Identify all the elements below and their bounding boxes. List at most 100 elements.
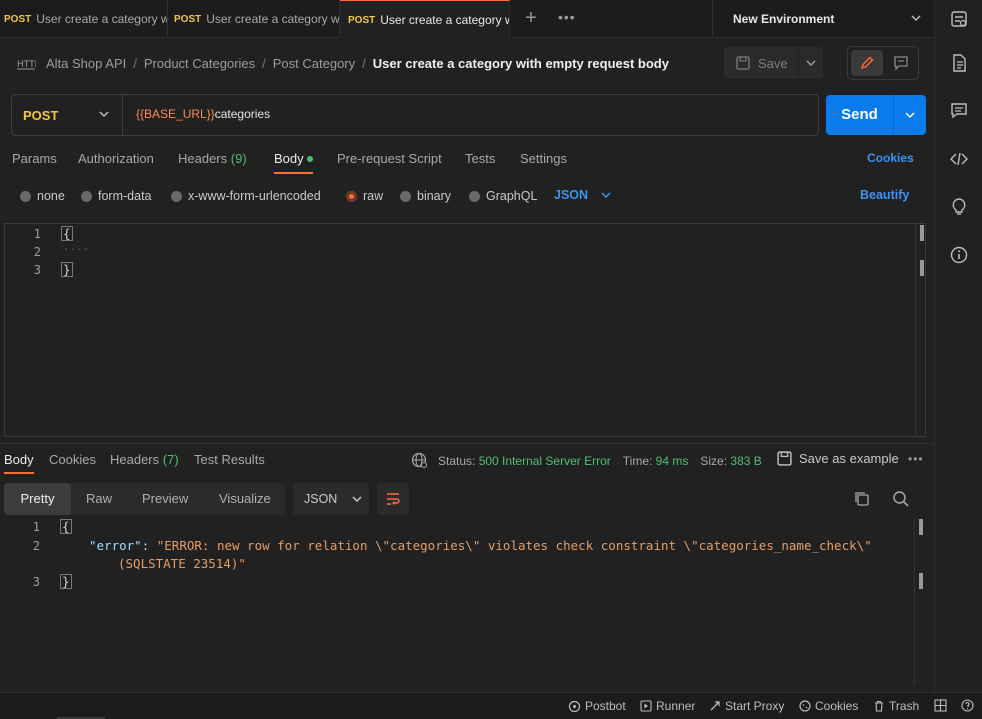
body-language-select[interactable]: JSON <box>554 188 612 202</box>
view-raw[interactable]: Raw <box>86 483 112 515</box>
body-type-label: none <box>37 189 65 203</box>
body-type-label: form-data <box>98 189 152 203</box>
tab-headers[interactable]: Headers (9) <box>178 151 247 166</box>
body-type-binary[interactable]: binary <box>400 189 451 203</box>
body-type-none[interactable]: none <box>20 189 65 203</box>
status-value[interactable]: 500 Internal Server Error <box>479 454 611 468</box>
line-number: 1 <box>33 227 41 241</box>
url-input[interactable]: {{BASE_URL}}categories <box>136 107 270 121</box>
tab-pre-request-script[interactable]: Pre-request Script <box>337 151 442 166</box>
line-number: 1 <box>32 520 40 534</box>
breadcrumb-subfolder[interactable]: Post Category <box>273 56 355 71</box>
send-button[interactable]: Send <box>826 95 894 135</box>
beautify-button[interactable]: Beautify <box>860 188 909 202</box>
request-tab-1[interactable]: POST User create a category w <box>0 0 168 38</box>
trash-icon <box>875 700 883 712</box>
request-tab-2[interactable]: POST User create a category w <box>168 0 340 38</box>
tab-body[interactable]: Body <box>274 151 304 166</box>
body-type-urlencoded[interactable]: x-www-form-urlencoded <box>171 189 321 203</box>
status-bar: Postbot Runner Start Proxy Cookies Trash <box>0 692 982 719</box>
body-modified-indicator <box>307 156 313 162</box>
line-number: 3 <box>32 575 40 589</box>
search-icon[interactable] <box>892 490 910 508</box>
cookie-icon <box>799 700 811 712</box>
code-icon[interactable] <box>949 149 969 169</box>
postbot-icon <box>568 700 581 712</box>
method-label: POST <box>23 107 59 123</box>
tab-tests[interactable]: Tests <box>465 151 495 166</box>
response-body-viewer[interactable]: 1 2 3 { "error": "ERROR: new row for rel… <box>4 517 926 685</box>
pane-divider[interactable] <box>0 443 934 444</box>
chevron-down-icon <box>806 60 816 67</box>
view-mode-toggle <box>847 46 919 80</box>
breadcrumb-collection[interactable]: Alta Shop API <box>46 56 126 71</box>
method-select[interactable]: POST <box>12 95 123 135</box>
tab-more-icon[interactable]: ••• <box>558 9 578 29</box>
comments-icon[interactable] <box>949 100 969 120</box>
radio-icon <box>400 190 411 202</box>
radio-icon <box>20 190 31 202</box>
response-scrollbar[interactable] <box>914 517 926 685</box>
line-number: 2 <box>32 539 40 553</box>
request-tab-3-active[interactable]: POST User create a category w <box>340 0 510 39</box>
body-type-raw[interactable]: raw <box>346 189 383 203</box>
documentation-icon[interactable] <box>949 53 969 73</box>
response-tab-headers[interactable]: Headers (7) <box>110 452 179 467</box>
view-visualize[interactable]: Visualize <box>219 483 271 515</box>
body-type-label: GraphQL <box>486 189 538 203</box>
info-icon[interactable] <box>949 245 969 265</box>
save-button[interactable]: Save <box>724 47 798 79</box>
pencil-icon <box>860 56 874 70</box>
response-tab-body[interactable]: Body <box>4 452 34 467</box>
environment-selector[interactable]: New Environment <box>712 0 934 38</box>
breadcrumb-folder[interactable]: Product Categories <box>144 56 255 71</box>
help-icon[interactable] <box>961 699 974 712</box>
save-dropdown-button[interactable] <box>799 47 823 79</box>
tab-authorization[interactable]: Authorization <box>78 151 154 166</box>
body-type-form-data[interactable]: form-data <box>81 189 152 203</box>
send-button-group: Send <box>826 95 926 135</box>
request-body-editor[interactable]: 1 2 3 { ···· } <box>4 223 926 437</box>
new-tab-plus-icon[interactable]: + <box>520 8 542 30</box>
wrap-lines-button[interactable] <box>377 483 409 515</box>
radio-icon <box>469 190 480 202</box>
trash-button[interactable]: Trash <box>873 699 919 713</box>
response-more-icon[interactable]: ••• <box>908 452 924 466</box>
save-as-example-button[interactable]: Save as example <box>777 451 899 466</box>
save-label: Save <box>758 55 788 71</box>
tab-settings[interactable]: Settings <box>520 151 567 166</box>
time-value[interactable]: 94 ms <box>656 454 689 468</box>
body-type-graphql[interactable]: GraphQL <box>469 189 537 203</box>
layout-icon[interactable] <box>934 699 947 712</box>
tab-params[interactable]: Params <box>12 151 57 166</box>
environment-label: New Environment <box>733 12 835 26</box>
globe-icon[interactable] <box>411 452 428 469</box>
lightbulb-icon[interactable] <box>949 197 969 217</box>
save-as-example-label: Save as example <box>799 451 899 466</box>
environment-quick-look-icon[interactable] <box>949 9 969 29</box>
active-tab-underline <box>274 172 313 174</box>
cookies-button[interactable]: Cookies <box>799 699 858 713</box>
editor-scrollbar[interactable] <box>915 224 927 436</box>
response-headers-count: (7) <box>162 452 179 467</box>
cookies-link[interactable]: Cookies <box>867 151 914 165</box>
copy-icon[interactable] <box>853 490 870 507</box>
runner-button[interactable]: Runner <box>640 699 695 713</box>
response-tab-test-results[interactable]: Test Results <box>194 452 265 467</box>
response-tab-cookies[interactable]: Cookies <box>49 452 96 467</box>
view-preview[interactable]: Preview <box>142 483 188 515</box>
edit-mode-button[interactable] <box>851 50 883 76</box>
postbot-button[interactable]: Postbot <box>568 699 626 713</box>
size-value[interactable]: 383 B <box>730 454 761 468</box>
request-name[interactable]: User create a category with empty reques… <box>373 56 669 71</box>
start-proxy-button[interactable]: Start Proxy <box>709 699 784 713</box>
tab-bar: POST User create a category w POST User … <box>0 0 934 39</box>
view-pretty[interactable]: Pretty <box>4 483 71 515</box>
chevron-down-icon <box>352 496 362 503</box>
response-format-select[interactable]: JSON <box>293 483 369 515</box>
comment-mode-button[interactable] <box>885 50 917 76</box>
send-dropdown-button[interactable] <box>894 95 926 135</box>
error-line: "error": "ERROR: new row for relation \"… <box>89 538 872 553</box>
url-bar: POST {{BASE_URL}}categories <box>11 94 819 136</box>
response-headers-label: Headers <box>110 452 160 467</box>
